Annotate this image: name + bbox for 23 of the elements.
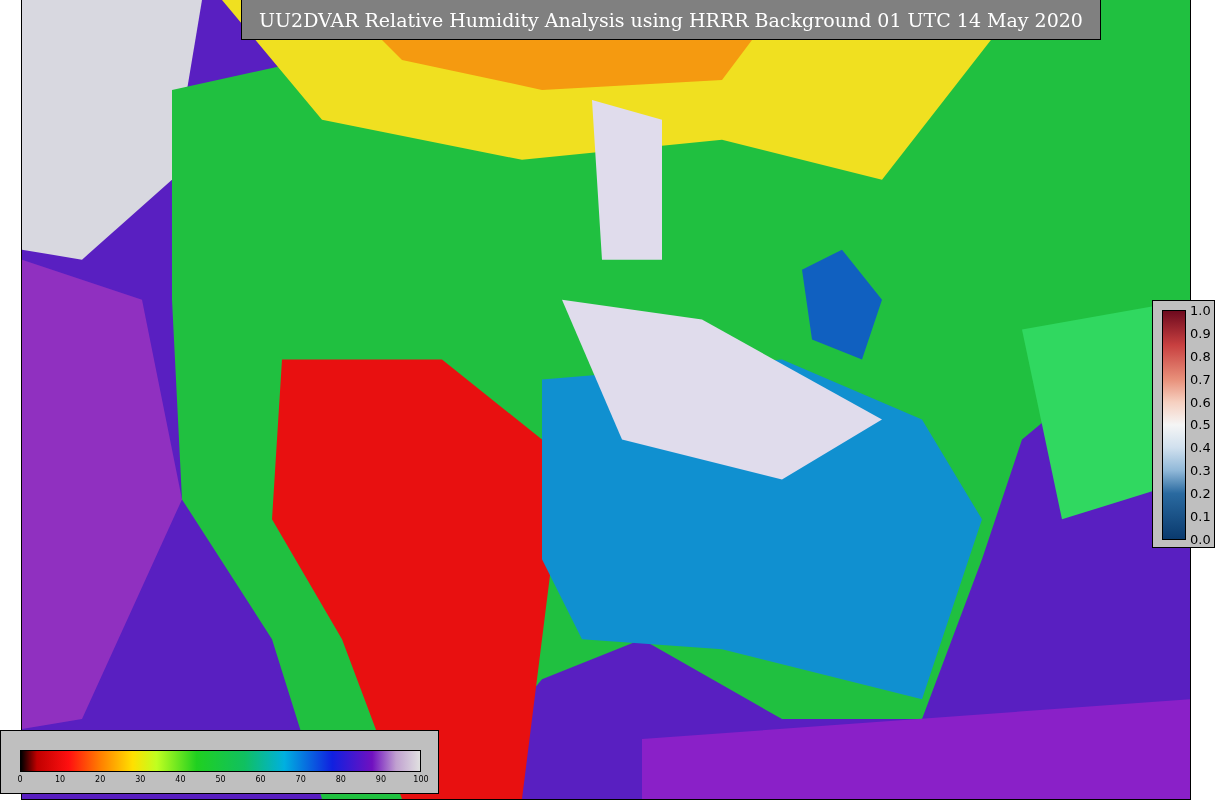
colorbar-tick-label: 1.0 [1190,304,1211,317]
colorbar-tick-label: 0.9 [1190,326,1211,340]
colorbar-tick-label: 70 [295,775,306,785]
colorbar-tick-label: 40 [175,775,186,785]
colorbar-tick-label: 90 [375,775,386,785]
colorbar-tick-label: 0.6 [1190,395,1211,409]
colorbar-tick-label: 0.5 [1190,418,1211,432]
colorbar-tick-label: 20 [95,775,106,785]
colorbar-tick-label: 0 [17,775,23,785]
colorbar-tick-label: 0.4 [1190,441,1211,455]
colorbar-tick-label: 50 [215,775,226,785]
colorbar-tick-label: 0.1 [1190,510,1211,523]
map-title: UU2DVAR Relative Humidity Analysis using HRRR Background 01 UTC 14 May 2020 [241,0,1101,40]
colorbar-tick-label: 0.3 [1190,464,1211,478]
colorbar-tick-label: 0.7 [1190,372,1211,386]
colorbar-tick-label: 60 [255,775,266,785]
colorbar-tick-label: 0.8 [1190,349,1211,363]
colorbar-tick-label: 10 [55,775,66,785]
colorbar-tick-label: 0.2 [1190,487,1211,501]
colorbar-tick-label: 80 [335,775,346,785]
colorbar-tick-label: 30 [135,775,146,785]
colorbar-tick-label: 0.0 [1190,532,1211,546]
colorbar-tick-label: 100 [413,775,429,785]
